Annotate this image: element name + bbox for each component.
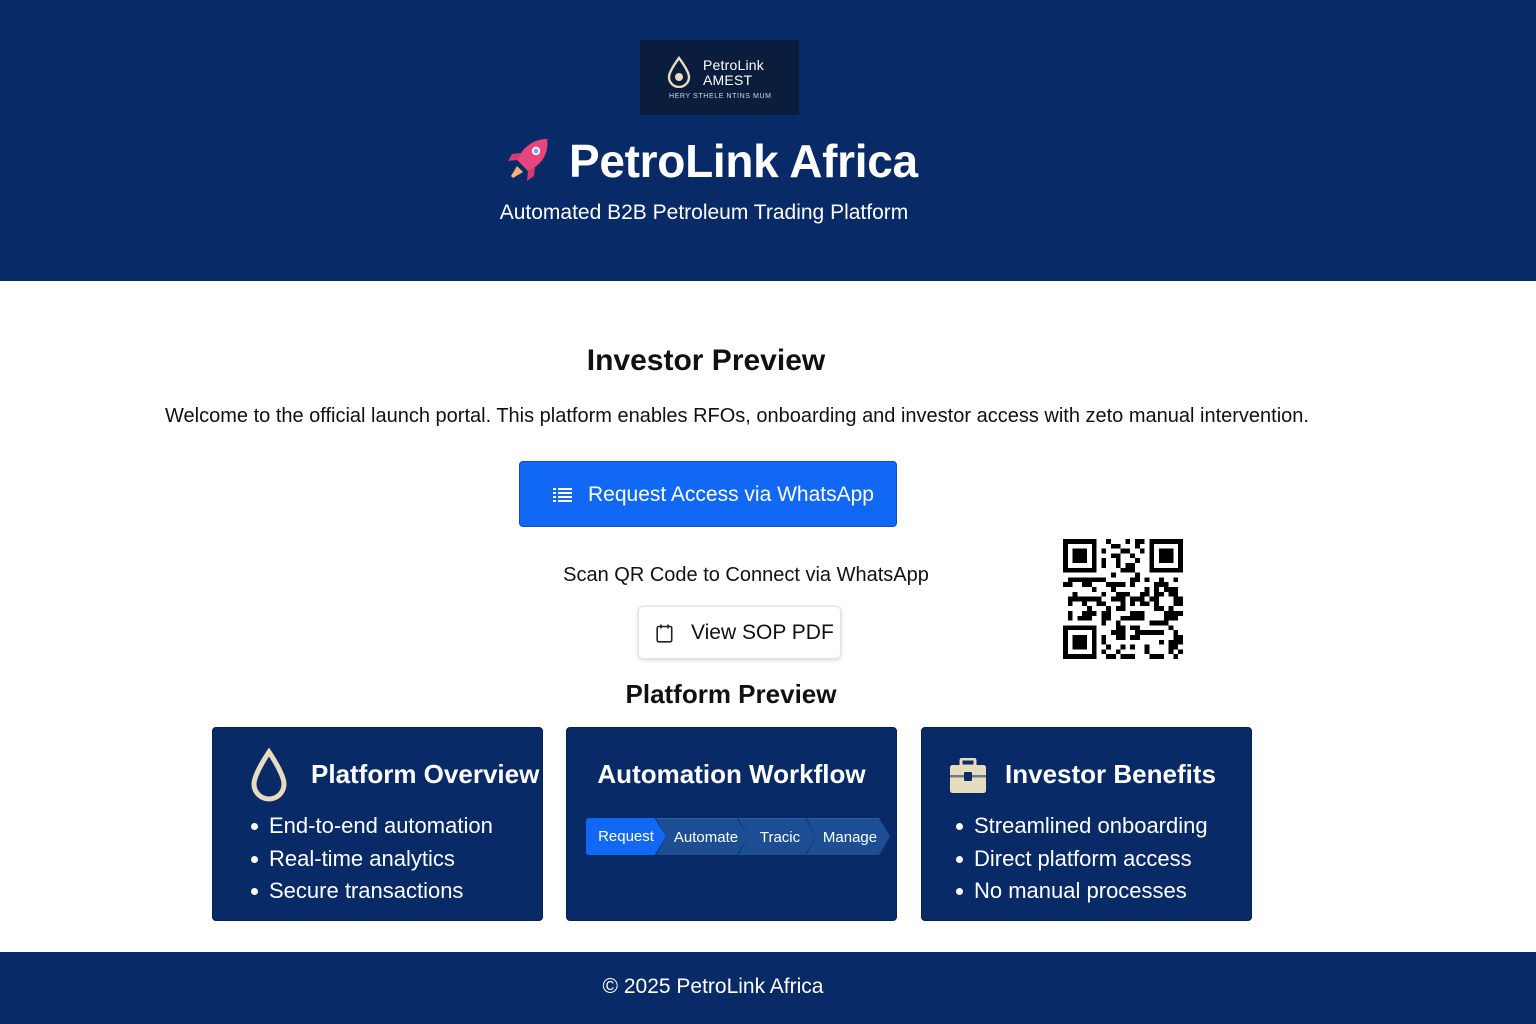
card-title: Investor Benefits <box>1005 759 1216 789</box>
whatsapp-qr-code[interactable] <box>1057 529 1189 667</box>
page-title: PetroLink Africa <box>569 135 918 187</box>
oil-drop-icon <box>667 56 691 88</box>
intro-text: Welcome to the official launch portal. T… <box>165 405 1309 427</box>
request-access-label: Request Access via WhatsApp <box>588 483 874 506</box>
card-platform-overview: Platform Overview End-to-end automation … <box>212 727 543 921</box>
workflow-step-track[interactable]: Tracic <box>738 818 816 855</box>
list-icon <box>553 488 572 502</box>
list-item: Real-time analytics <box>249 845 493 878</box>
card-investor-benefits: Investor Benefits Streamlined onboarding… <box>921 727 1252 921</box>
list-item: End-to-end automation <box>249 812 493 845</box>
site-header: PetroLink AMEST HERY STHELE NTINS MUM Pe… <box>0 0 1536 281</box>
logo-name-line2: AMEST <box>703 72 753 88</box>
drop-icon <box>251 748 287 802</box>
workflow-step-manage[interactable]: Manage <box>806 818 890 855</box>
view-sop-button[interactable]: View SOP PDF <box>638 606 841 659</box>
platform-preview-title: Platform Preview <box>625 679 837 709</box>
workflow-step-request[interactable]: Request <box>586 818 666 855</box>
logo-tagline: HERY STHELE NTINS MUM <box>669 93 772 100</box>
card-title: Platform Overview <box>311 759 540 789</box>
view-sop-label: View SOP PDF <box>691 621 834 644</box>
list-item: Secure transactions <box>249 877 493 910</box>
workflow-step-automate[interactable]: Automate <box>656 818 748 855</box>
feature-list: End-to-end automation Real-time analytic… <box>249 812 493 910</box>
section-title: Investor Preview <box>586 344 826 377</box>
logo-name-line1: PetroLink <box>703 57 764 73</box>
qr-code-icon <box>1063 539 1183 659</box>
brand-logo[interactable]: PetroLink AMEST HERY STHELE NTINS MUM <box>640 40 799 115</box>
qr-caption: Scan QR Code to Connect via WhatsApp <box>563 564 929 586</box>
copyright-text: © 2025 PetroLink Africa <box>602 975 824 998</box>
document-icon <box>656 624 673 643</box>
request-access-button[interactable]: Request Access via WhatsApp <box>519 461 897 527</box>
benefit-list: Streamlined onboarding Direct platform a… <box>954 812 1208 910</box>
list-item: Streamlined onboarding <box>954 812 1208 845</box>
card-title: Automation Workflow <box>597 759 866 789</box>
logo-wordmark: PetroLink AMEST <box>703 58 764 88</box>
list-item: Direct platform access <box>954 845 1208 878</box>
page-subtitle: Automated B2B Petroleum Trading Platform <box>499 201 909 224</box>
site-footer: © 2025 PetroLink Africa <box>0 952 1536 1024</box>
rocket-icon <box>508 139 548 181</box>
workflow-steps: Request Automate Tracic Manage <box>586 818 890 856</box>
list-item: No manual processes <box>954 877 1208 910</box>
card-automation-workflow: Automation Workflow Request Automate Tra… <box>566 727 897 921</box>
briefcase-icon <box>950 758 986 793</box>
